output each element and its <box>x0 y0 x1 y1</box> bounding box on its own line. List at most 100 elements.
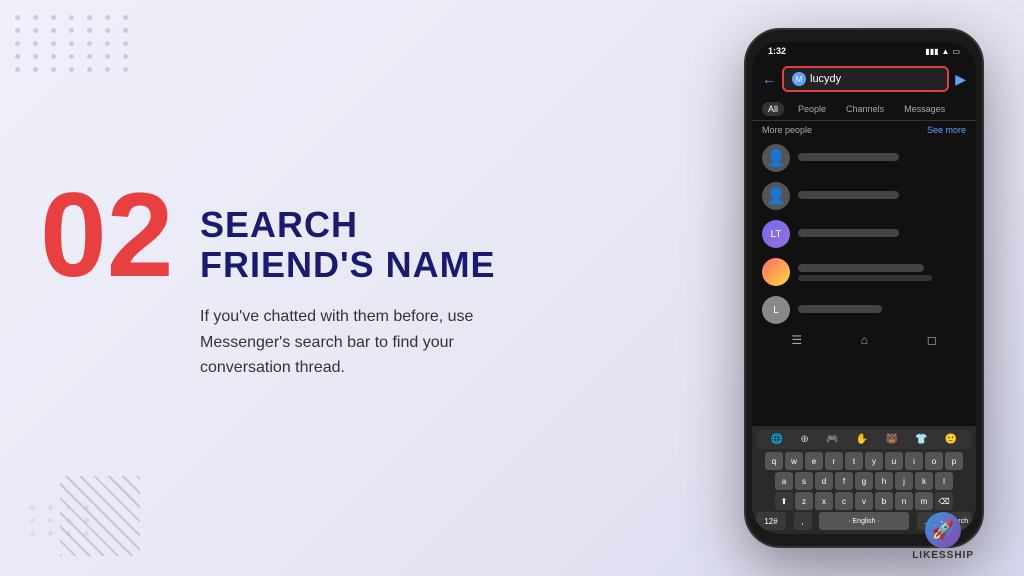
key-h[interactable]: h <box>875 472 893 490</box>
hand-icon[interactable]: ✋ <box>856 434 868 445</box>
phone-mockup: 1:32 ▮▮▮ ▲ ▭ ← M lucydy ▶ All People <box>744 28 984 548</box>
key-c[interactable]: c <box>835 492 853 510</box>
phone-outer: 1:32 ▮▮▮ ▲ ▭ ← M lucydy ▶ All People <box>744 28 984 548</box>
result-info-5 <box>798 305 966 316</box>
keyboard-row-2: a s d f g h j k l <box>756 472 972 490</box>
see-more-button[interactable]: See more <box>927 125 966 135</box>
game-icon[interactable]: 🎮 <box>826 434 838 445</box>
key-e[interactable]: e <box>805 452 823 470</box>
status-bar: 1:32 ▮▮▮ ▲ ▭ <box>752 42 976 60</box>
key-l[interactable]: l <box>935 472 953 490</box>
send-icon[interactable]: ▶ <box>955 71 966 88</box>
key-t[interactable]: t <box>845 452 863 470</box>
emoji-icon[interactable]: 🙂 <box>945 434 957 445</box>
avatar-initials-3: LT <box>771 229 782 240</box>
globe-icon[interactable]: 🌐 <box>771 434 783 445</box>
tab-messages[interactable]: Messages <box>898 102 951 116</box>
keyboard-toolbar: 🌐 ⊕ 🎮 ✋ 🐻 👕 🙂 <box>756 430 972 449</box>
signal-icon: ▮▮▮ <box>925 47 938 56</box>
brand-logo: 🚀 LIKESSHIP <box>912 512 974 561</box>
nav-menu-icon[interactable]: ☰ <box>791 333 802 347</box>
key-q[interactable]: q <box>765 452 783 470</box>
search-value: lucydy <box>810 73 841 85</box>
avatar-3: LT <box>762 220 790 248</box>
key-r[interactable]: r <box>825 452 843 470</box>
key-m[interactable]: m <box>915 492 933 510</box>
status-icons: ▮▮▮ ▲ ▭ <box>925 47 960 56</box>
key-space[interactable]: · English · <box>819 512 909 530</box>
key-f[interactable]: f <box>835 472 853 490</box>
user-icon: 👤 <box>766 148 786 168</box>
user-icon-2: 👤 <box>766 186 786 206</box>
key-a[interactable]: a <box>775 472 793 490</box>
result-info-1 <box>798 153 966 164</box>
title-line1: SEARCH <box>200 205 540 245</box>
key-i[interactable]: i <box>905 452 923 470</box>
result-item-4[interactable] <box>752 253 976 291</box>
key-o[interactable]: o <box>925 452 943 470</box>
result-name-bar-5 <box>798 305 882 313</box>
key-g[interactable]: g <box>855 472 873 490</box>
key-u[interactable]: u <box>885 452 903 470</box>
status-time: 1:32 <box>768 46 786 56</box>
key-d[interactable]: d <box>815 472 833 490</box>
special-icon[interactable]: ⊕ <box>800 434 808 445</box>
key-shift[interactable]: ⬆ <box>775 492 793 510</box>
search-results: 👤 👤 LT <box>752 139 976 329</box>
brand-icon: 🚀 <box>925 512 961 548</box>
result-name-bar-4 <box>798 264 924 272</box>
avatar-5: L <box>762 296 790 324</box>
avatar-initials-5: L <box>773 305 779 316</box>
tab-all[interactable]: All <box>762 102 784 116</box>
key-j[interactable]: j <box>895 472 913 490</box>
key-backspace[interactable]: ⌫ <box>935 492 953 510</box>
result-info-4 <box>798 264 966 281</box>
avatar-2: 👤 <box>762 182 790 210</box>
key-z[interactable]: z <box>795 492 813 510</box>
key-n[interactable]: n <box>895 492 913 510</box>
tab-bar: All People Channels Messages <box>752 98 976 121</box>
tab-people[interactable]: People <box>792 102 832 116</box>
description: If you've chatted with them before, use … <box>200 304 480 381</box>
wifi-icon: ▲ <box>942 47 950 56</box>
avatar-4 <box>762 258 790 286</box>
messenger-icon: M <box>792 72 806 86</box>
key-w[interactable]: w <box>785 452 803 470</box>
decorative-dots-bottomleft <box>30 505 94 536</box>
result-item-3[interactable]: LT <box>752 215 976 253</box>
result-item-1[interactable]: 👤 <box>752 139 976 177</box>
key-v[interactable]: v <box>855 492 873 510</box>
result-info-3 <box>798 229 966 240</box>
nav-bar: ☰ ⌂ ◻ <box>752 329 976 351</box>
key-comma[interactable]: , <box>794 512 812 530</box>
result-item-2[interactable]: 👤 <box>752 177 976 215</box>
key-b[interactable]: b <box>875 492 893 510</box>
key-k[interactable]: k <box>915 472 933 490</box>
result-name-bar-1 <box>798 153 899 161</box>
key-x[interactable]: x <box>815 492 833 510</box>
step-number: 02 <box>40 175 173 295</box>
result-item-5[interactable]: L <box>752 291 976 329</box>
keyboard-row-1: q w e r t y u i o p <box>756 452 972 470</box>
key-p[interactable]: p <box>945 452 963 470</box>
result-name-bar-2 <box>798 191 899 199</box>
key-numbers[interactable]: 12# <box>756 512 786 530</box>
animal-icon[interactable]: 🐻 <box>885 434 897 445</box>
left-content-area: 02 SEARCH FRIEND'S NAME If you've chatte… <box>40 195 540 381</box>
decorative-dots-topleft <box>15 15 133 72</box>
more-people-label: More people <box>762 125 812 135</box>
search-input-box[interactable]: M lucydy <box>782 66 949 92</box>
battery-icon: ▭ <box>952 47 960 56</box>
avatar-1: 👤 <box>762 144 790 172</box>
key-s[interactable]: s <box>795 472 813 490</box>
tab-channels[interactable]: Channels <box>840 102 890 116</box>
nav-home-icon[interactable]: ⌂ <box>861 333 868 347</box>
result-info-2 <box>798 191 966 202</box>
search-area[interactable]: ← M lucydy ▶ <box>752 60 976 98</box>
more-people-header: More people See more <box>752 121 976 139</box>
shirt-icon[interactable]: 👕 <box>915 434 927 445</box>
key-y[interactable]: y <box>865 452 883 470</box>
title-block: SEARCH FRIEND'S NAME <box>200 205 540 284</box>
back-arrow-icon[interactable]: ← <box>762 71 776 87</box>
nav-back-icon[interactable]: ◻ <box>927 333 937 347</box>
